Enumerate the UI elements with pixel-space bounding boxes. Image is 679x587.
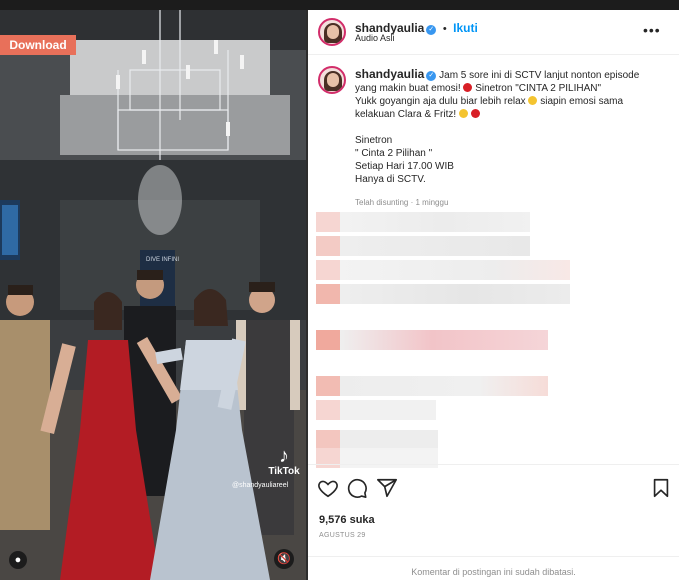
caption-line-3b: siapin emosi sama bbox=[540, 96, 624, 107]
download-button[interactable]: Download bbox=[0, 35, 76, 55]
mute-toggle-icon[interactable]: 🔇 bbox=[274, 549, 294, 569]
share-button[interactable] bbox=[376, 477, 398, 499]
like-button[interactable] bbox=[317, 477, 339, 499]
comments-disabled-notice: Komentar di postingan ini sudah dibatasi… bbox=[308, 556, 679, 587]
angry-face-icon bbox=[470, 109, 480, 118]
post-header: shandyaulia ✓ • Ikuti Audio Asli ••• bbox=[308, 10, 679, 55]
sunglasses-face-icon bbox=[458, 109, 468, 118]
save-button[interactable] bbox=[650, 477, 672, 499]
tagged-users-icon[interactable]: ● bbox=[9, 551, 27, 569]
follow-button[interactable]: Ikuti bbox=[453, 21, 478, 35]
post-caption: shandyaulia ✓ Jam 5 sore ini di SCTV lanj… bbox=[355, 68, 655, 186]
more-options-icon[interactable]: ••• bbox=[643, 22, 661, 38]
tiktok-logo-icon: ♪ bbox=[279, 445, 289, 467]
angry-face-icon bbox=[463, 83, 473, 92]
caption-line-4: kelakuan Clara & Fritz! bbox=[355, 109, 457, 120]
tiktok-label: TikTok bbox=[268, 466, 300, 477]
caption-block-show: " Cinta 2 Pilihan " bbox=[355, 148, 433, 159]
audio-link[interactable]: Audio Asli bbox=[355, 33, 395, 43]
post-media-video[interactable]: DIVE INFINI Download ♪ TikTok @shandyaul… bbox=[0, 10, 306, 580]
relieved-face-icon bbox=[528, 96, 538, 105]
verified-badge-icon: ✓ bbox=[426, 71, 437, 81]
svg-text:DIVE INFINI: DIVE INFINI bbox=[146, 257, 179, 263]
likes-count[interactable]: 9,576 suka bbox=[319, 514, 375, 526]
caption-username[interactable]: shandyaulia bbox=[355, 67, 424, 81]
comments-blurred-area bbox=[316, 212, 678, 468]
post-side-panel: shandyaulia ✓ • Ikuti Audio Asli ••• shan… bbox=[308, 10, 679, 586]
caption-block-title: Sinetron bbox=[355, 135, 393, 146]
caption-avatar[interactable] bbox=[318, 66, 346, 94]
caption-line-1: Jam 5 sore ini di SCTV lanjut nonton epi… bbox=[439, 70, 640, 81]
post-actions: 9,576 suka AGUSTUS 29 bbox=[308, 464, 679, 571]
caption-block-schedule: Setiap Hari 17.00 WIB bbox=[355, 161, 454, 172]
caption-line-3a: Yukk goyangin aja dulu biar lebih relax bbox=[355, 96, 526, 107]
caption-block-channel: Hanya di SCTV. bbox=[355, 174, 426, 185]
comment-button[interactable] bbox=[346, 477, 368, 499]
watermark-handle: @shandyauliareel bbox=[232, 482, 289, 489]
caption-line-2a: yang makin buat emosi! bbox=[355, 83, 461, 94]
avatar[interactable] bbox=[318, 18, 346, 46]
video-frame: DIVE INFINI bbox=[0, 10, 306, 580]
tiktok-watermark: ♪ TikTok bbox=[262, 446, 306, 477]
top-bar bbox=[0, 0, 679, 10]
verified-badge-icon: ✓ bbox=[426, 25, 437, 35]
edited-timestamp: Telah disunting · 1 minggu bbox=[355, 198, 449, 207]
caption-line-2b: Sinetron "CINTA 2 PILIHAN" bbox=[475, 83, 602, 94]
separator-dot: • bbox=[442, 23, 447, 35]
post-date: AGUSTUS 29 bbox=[319, 532, 366, 539]
